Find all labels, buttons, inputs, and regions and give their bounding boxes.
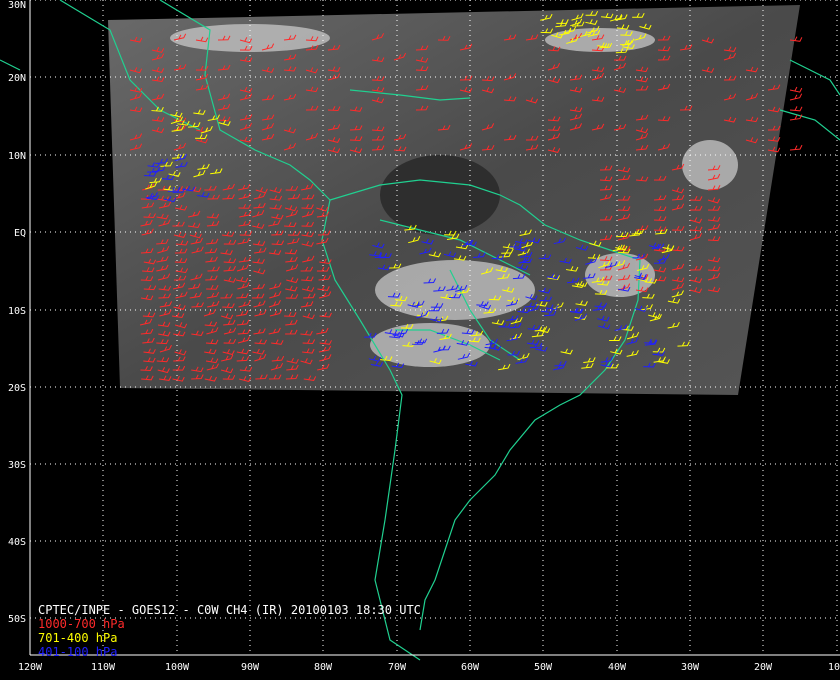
- satellite-map: 30N 20N 10N EQ 10S 20S 30S 40S 50S 120W 110W 100W 9…: [0, 0, 840, 673]
- wind-barb: [789, 144, 803, 151]
- lat-label: 30N: [8, 0, 26, 11]
- lon-label: 120W: [18, 662, 43, 673]
- wind-barb: [789, 106, 803, 112]
- lat-label: 40S: [8, 537, 26, 548]
- legend-item-low: 1000-700 hPa: [38, 617, 125, 631]
- lon-label: 40W: [608, 662, 627, 673]
- lon-label: 90W: [241, 662, 260, 673]
- longitude-labels: 120W 110W 100W 90W 80W 70W 60W 50W 40W 30W 20W 10W: [18, 662, 840, 673]
- lon-label: 80W: [314, 662, 333, 673]
- lon-label: 60W: [461, 662, 480, 673]
- lat-label: 30S: [8, 460, 26, 471]
- dark-amazon-region: [380, 155, 500, 235]
- lat-label: 20S: [8, 383, 26, 394]
- lon-label: 50W: [534, 662, 553, 673]
- lon-label: 100W: [165, 662, 190, 673]
- legend-item-mid: 701-400 hPa: [38, 631, 118, 645]
- wind-barb: [789, 93, 803, 101]
- lat-label: 20N: [8, 73, 26, 84]
- lon-label: 10W: [828, 662, 840, 673]
- wind-barb: [789, 86, 803, 93]
- map-caption: CPTEC/INPE - GOES12 - C0W CH4 (IR) 20100…: [38, 603, 421, 659]
- latitude-labels: 30N 20N 10N EQ 10S 20S 30S 40S 50S: [8, 0, 26, 625]
- lat-label: 50S: [8, 614, 26, 625]
- legend-item-high: 401-100 hPa: [38, 645, 118, 659]
- lat-label: 10N: [8, 151, 26, 162]
- lon-label: 110W: [91, 662, 116, 673]
- map-title: CPTEC/INPE - GOES12 - C0W CH4 (IR) 20100…: [38, 603, 421, 617]
- satellite-map-viewer: 30N 20N 10N EQ 10S 20S 30S 40S 50S 120W 110W 100W 9…: [0, 0, 840, 680]
- lon-label: 30W: [681, 662, 700, 673]
- lat-label: EQ: [14, 228, 26, 239]
- lon-label: 20W: [754, 662, 773, 673]
- lon-label: 70W: [388, 662, 407, 673]
- lat-label: 10S: [8, 306, 26, 317]
